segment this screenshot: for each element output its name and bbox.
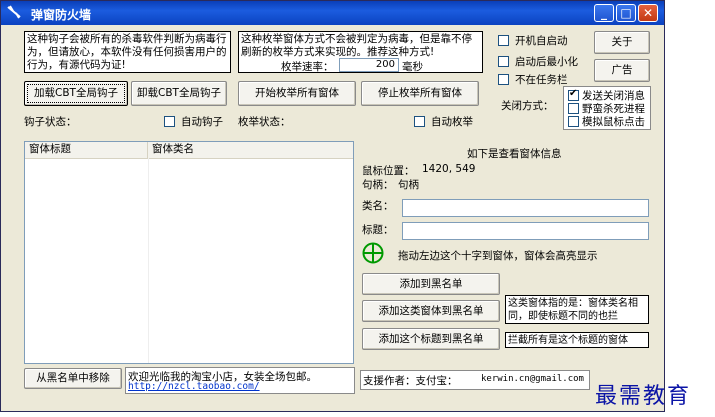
app-icon xyxy=(7,5,21,19)
column-divider xyxy=(148,158,149,363)
support-email: kerwin.cn@gmail.com xyxy=(481,374,584,384)
auto-hook-label: 自动钩子 xyxy=(181,116,223,128)
mouse-click-checkbox[interactable] xyxy=(568,116,579,127)
unload-hook-button[interactable]: 卸载CBT全局钩子 xyxy=(131,81,227,106)
ads-button[interactable]: 广告 xyxy=(594,59,650,82)
handle-value: 句柄 xyxy=(398,179,419,191)
minimize-icon[interactable]: _ xyxy=(594,4,614,22)
enum-speed-unit: 毫秒 xyxy=(402,61,423,73)
support-label: 支援作者：支付宝： xyxy=(363,375,458,387)
no-taskbar-checkbox[interactable] xyxy=(498,74,509,85)
no-taskbar-label: 不在任务栏 xyxy=(515,74,568,86)
list-header: 窗体标题 窗体类名 xyxy=(25,142,353,159)
window-list[interactable]: 窗体标题 窗体类名 xyxy=(24,141,354,364)
class-label: 类名： xyxy=(362,200,394,212)
add-blacklist-button[interactable]: 添加到黑名单 xyxy=(362,273,500,295)
send-close-checkbox[interactable] xyxy=(568,88,579,101)
main-window: 弹窗防火墙 _ □ ✕ 这种钩子会被所有的杀毒软件判断为病毒行为，但请放心，本软… xyxy=(0,0,665,412)
title-note: 拦截所有是这个标题的窗体 xyxy=(505,332,649,348)
minimize-checkbox[interactable] xyxy=(498,56,509,67)
hook-status-label: 钩子状态： xyxy=(24,116,77,128)
crosshair-icon[interactable] xyxy=(362,242,384,264)
support-box: 支援作者：支付宝： kerwin.cn@gmail.com xyxy=(360,370,590,390)
auto-hook-checkbox[interactable] xyxy=(164,116,175,127)
mouse-click-label: 模拟鼠标点击 xyxy=(582,116,645,128)
stop-enum-button[interactable]: 停止枚举所有窗体 xyxy=(361,81,479,106)
class-input[interactable] xyxy=(402,199,649,217)
enum-status-label: 枚举状态： xyxy=(238,116,291,128)
maximize-icon[interactable]: □ xyxy=(616,4,636,22)
hook-description: 这种钩子会被所有的杀毒软件判断为病毒行为，但请放心，本软件没有任何损害用户的行为… xyxy=(24,31,231,73)
shop-link[interactable]: http://nzcl.taobao.com/ xyxy=(128,381,260,392)
auto-enum-checkbox[interactable] xyxy=(414,116,425,127)
watermark-text: 最需教育 xyxy=(595,384,692,409)
kill-process-checkbox[interactable] xyxy=(568,103,579,114)
class-note: 这类窗体指的是：窗体类名相同，即使标题不同的也拦 xyxy=(505,295,649,324)
autostart-label: 开机自启动 xyxy=(515,35,568,47)
mouse-pos-label: 鼠标位置： xyxy=(362,165,415,177)
enum-speed-input[interactable]: 200 xyxy=(339,58,399,72)
minimize-label: 启动后最小化 xyxy=(515,56,578,68)
add-class-blacklist-button[interactable]: 添加这类窗体到黑名单 xyxy=(362,300,500,322)
close-icon[interactable]: ✕ xyxy=(638,4,658,22)
start-enum-button[interactable]: 开始枚举所有窗体 xyxy=(238,81,356,106)
title-bar[interactable]: 弹窗防火墙 _ □ ✕ xyxy=(1,1,664,25)
title-input[interactable] xyxy=(402,222,649,240)
window-title: 弹窗防火墙 xyxy=(31,8,92,22)
about-button[interactable]: 关于 xyxy=(594,31,650,54)
column-header-class[interactable]: 窗体类名 xyxy=(148,142,355,158)
title-label: 标题： xyxy=(362,224,394,236)
close-method-label: 关闭方式： xyxy=(501,100,554,112)
column-header-title[interactable]: 窗体标题 xyxy=(25,142,148,158)
enum-description-text: 这种枚举窗体方式不会被判定为病毒，但是靠不停刷新的枚举方式来实现的。推荐这种方式… xyxy=(241,33,472,58)
crosshair-hint: 拖动左边这个十字到窗体，窗体会高亮显示 xyxy=(398,250,598,262)
window-info-heading: 如下是查看窗体信息 xyxy=(467,148,562,160)
close-method-group: 发送关闭消息 野蛮杀死进程 模拟鼠标点击 xyxy=(563,86,651,130)
remove-blacklist-button[interactable]: 从黑名单中移除 xyxy=(24,368,122,389)
handle-label: 句柄： xyxy=(362,179,394,191)
shop-box: 欢迎光临我的淘宝小店，女装全场包邮。 http://nzcl.taobao.co… xyxy=(125,367,355,394)
autostart-checkbox[interactable] xyxy=(498,35,509,46)
mouse-pos-value: 1420, 549 xyxy=(422,163,476,175)
auto-enum-label: 自动枚举 xyxy=(431,116,473,128)
load-hook-button[interactable]: 加载CBT全局钩子 xyxy=(24,81,128,106)
enum-speed-label: 枚举速率： xyxy=(281,61,334,73)
add-title-blacklist-button[interactable]: 添加这个标题到黑名单 xyxy=(362,328,500,350)
